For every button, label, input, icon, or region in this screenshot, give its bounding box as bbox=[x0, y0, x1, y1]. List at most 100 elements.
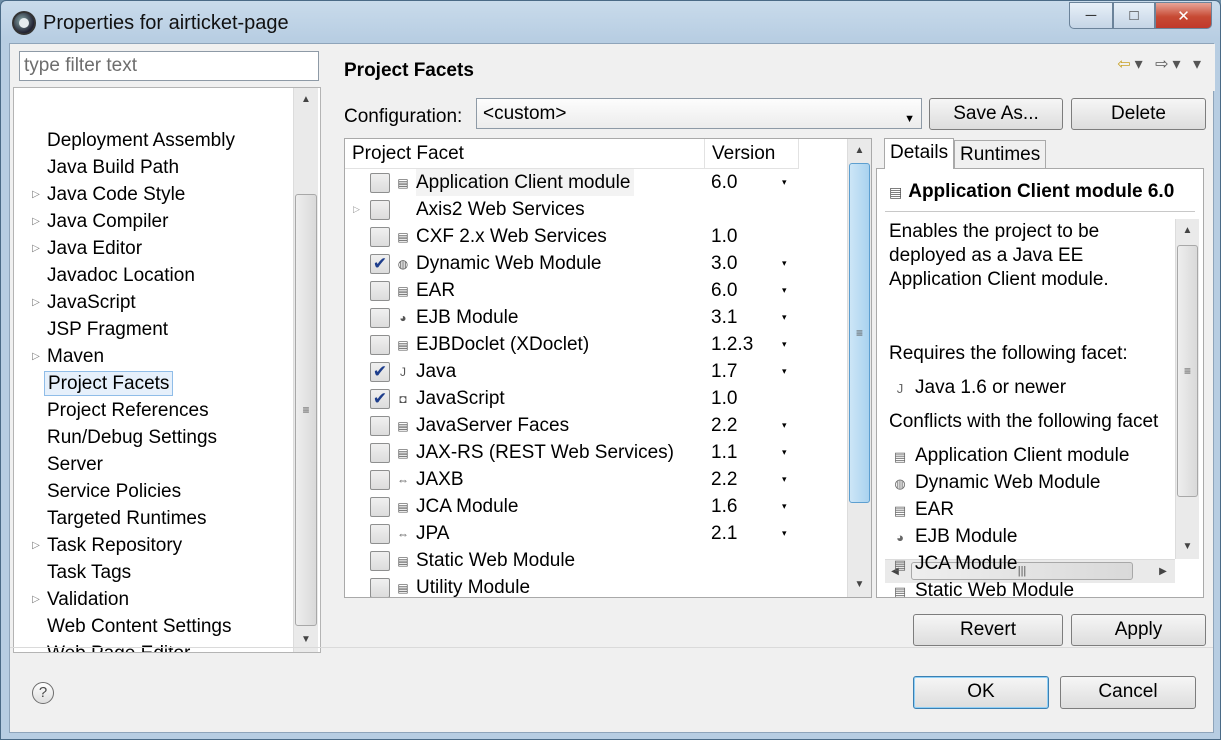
version-dropdown-icon[interactable]: ▾ bbox=[782, 520, 787, 547]
expand-arrow-icon[interactable]: ▷ bbox=[31, 209, 41, 234]
facet-version[interactable]: 2.2 bbox=[711, 412, 737, 439]
facet-version[interactable]: 6.0 bbox=[711, 277, 737, 304]
version-dropdown-icon[interactable]: ▾ bbox=[782, 250, 787, 277]
scroll-right-icon[interactable]: ▶ bbox=[1153, 562, 1173, 582]
facet-row[interactable]: ✔ J Java 1.7 ▾ bbox=[345, 358, 845, 385]
facet-row[interactable]: ▤ JavaServer Faces 2.2 ▾ bbox=[345, 412, 845, 439]
facet-checkbox[interactable] bbox=[370, 578, 390, 597]
scroll-down-icon[interactable]: ▼ bbox=[1176, 537, 1199, 557]
tab-details[interactable]: Details bbox=[884, 138, 955, 169]
tab-runtimes[interactable]: Runtimes bbox=[954, 140, 1047, 168]
version-dropdown-icon[interactable]: ▾ bbox=[782, 412, 787, 439]
facet-row[interactable]: ▤ JAX-RS (REST Web Services) 1.1 ▾ bbox=[345, 439, 845, 466]
facet-version[interactable]: 1.7 bbox=[711, 358, 737, 385]
version-dropdown-icon[interactable]: ▾ bbox=[782, 493, 787, 520]
expand-arrow-icon[interactable]: ▷ bbox=[31, 182, 41, 207]
facet-row[interactable]: ▤ JCA Module 1.6 ▾ bbox=[345, 493, 845, 520]
expand-arrow-icon[interactable]: ▷ bbox=[31, 290, 41, 315]
tree-scroll-thumb[interactable]: ≡ bbox=[295, 194, 317, 626]
facet-row[interactable]: ▤ Utility Module bbox=[345, 574, 845, 597]
facet-row[interactable]: ✔ ◍ Dynamic Web Module 3.0 ▾ bbox=[345, 250, 845, 277]
back-menu-icon[interactable]: ▾ bbox=[1135, 56, 1147, 73]
facet-version[interactable]: 3.0 bbox=[711, 250, 737, 277]
conflicts-item-text: Application Client module bbox=[915, 445, 1130, 466]
facet-version[interactable]: 3.1 bbox=[711, 304, 737, 331]
conflicts-item: ▤ JCA Module bbox=[891, 553, 1018, 575]
facet-row[interactable]: ▷ Axis2 Web Services bbox=[345, 196, 845, 223]
forward-menu-icon[interactable]: ▾ bbox=[1172, 56, 1184, 73]
ok-button[interactable]: OK bbox=[913, 676, 1049, 709]
apply-button[interactable]: Apply bbox=[1071, 614, 1206, 646]
configuration-select[interactable]: <custom> ▼ bbox=[476, 98, 922, 129]
facet-checkbox[interactable] bbox=[370, 443, 390, 463]
scroll-down-icon[interactable]: ▼ bbox=[848, 575, 871, 595]
facet-checkbox[interactable] bbox=[370, 173, 390, 193]
facet-version[interactable]: 1.6 bbox=[711, 493, 737, 520]
scroll-up-icon[interactable]: ▲ bbox=[848, 141, 871, 161]
requires-item: J Java 1.6 or newer bbox=[891, 377, 1066, 399]
facet-checkbox[interactable]: ✔ bbox=[370, 362, 390, 382]
delete-button[interactable]: Delete bbox=[1071, 98, 1206, 130]
facet-row[interactable]: ▤ EJBDoclet (XDoclet) 1.2.3 ▾ bbox=[345, 331, 845, 358]
scroll-up-icon[interactable]: ▲ bbox=[1176, 221, 1199, 241]
facet-checkbox[interactable] bbox=[370, 524, 390, 544]
facet-version[interactable]: 1.2.3 bbox=[711, 331, 753, 358]
facet-row[interactable]: ✔ ◘ JavaScript 1.0 bbox=[345, 385, 845, 412]
expand-arrow-icon[interactable]: ▷ bbox=[31, 587, 41, 612]
facet-row[interactable]: ▤ Static Web Module bbox=[345, 547, 845, 574]
facet-row[interactable]: ◕ EJB Module 3.1 ▾ bbox=[345, 304, 845, 331]
column-header-version[interactable]: Version bbox=[705, 139, 799, 169]
forward-arrow-icon[interactable]: ⇨ bbox=[1155, 56, 1172, 73]
version-dropdown-icon[interactable]: ▾ bbox=[782, 439, 787, 466]
facet-checkbox[interactable] bbox=[370, 497, 390, 517]
maximize-button[interactable]: □ bbox=[1113, 2, 1155, 29]
save-as-button[interactable]: Save As... bbox=[929, 98, 1063, 130]
facet-checkbox[interactable] bbox=[370, 551, 390, 571]
facet-version[interactable]: 2.1 bbox=[711, 520, 737, 547]
minimize-button[interactable]: ─ bbox=[1069, 2, 1113, 29]
facet-row[interactable]: ⇔ JPA 2.1 ▾ bbox=[345, 520, 845, 547]
version-dropdown-icon[interactable]: ▾ bbox=[782, 277, 787, 304]
title-bar[interactable]: Properties for airticket-page ─ □ ✕ bbox=[1, 1, 1220, 43]
expand-arrow-icon[interactable]: ▷ bbox=[353, 196, 360, 223]
facet-checkbox[interactable]: ✔ bbox=[370, 254, 390, 274]
cancel-button[interactable]: Cancel bbox=[1060, 676, 1196, 709]
facet-version[interactable]: 6.0 bbox=[711, 169, 737, 196]
scroll-up-icon[interactable]: ▲ bbox=[294, 90, 318, 110]
column-header-facet[interactable]: Project Facet bbox=[345, 139, 705, 169]
facet-checkbox[interactable] bbox=[370, 308, 390, 328]
facet-checkbox[interactable]: ✔ bbox=[370, 389, 390, 409]
version-dropdown-icon[interactable]: ▾ bbox=[782, 169, 787, 196]
details-vscrollbar[interactable]: ▲ ≡ ▼ bbox=[1175, 219, 1199, 559]
filter-input[interactable]: type filter text bbox=[19, 51, 319, 81]
facet-row[interactable]: ▤ Application Client module 6.0 ▾ bbox=[345, 169, 845, 196]
expand-arrow-icon[interactable]: ▷ bbox=[31, 533, 41, 558]
expand-arrow-icon[interactable]: ▷ bbox=[31, 236, 41, 261]
close-button[interactable]: ✕ bbox=[1155, 2, 1212, 29]
facet-version[interactable]: 2.2 bbox=[711, 466, 737, 493]
tree-scrollbar[interactable]: ▲ ≡ ▼ bbox=[293, 88, 318, 652]
version-dropdown-icon[interactable]: ▾ bbox=[782, 466, 787, 493]
details-vscroll-thumb[interactable]: ≡ bbox=[1177, 245, 1198, 497]
expand-arrow-icon[interactable]: ▷ bbox=[31, 344, 41, 369]
version-dropdown-icon[interactable]: ▾ bbox=[782, 358, 787, 385]
version-dropdown-icon[interactable]: ▾ bbox=[782, 331, 787, 358]
view-menu-icon[interactable]: ▾ bbox=[1193, 56, 1205, 73]
revert-button[interactable]: Revert bbox=[913, 614, 1063, 646]
facet-row[interactable]: ▤ CXF 2.x Web Services 1.0 bbox=[345, 223, 845, 250]
facet-checkbox[interactable] bbox=[370, 227, 390, 247]
maximize-icon: □ bbox=[1129, 7, 1139, 24]
facet-row[interactable]: ⇔ JAXB 2.2 ▾ bbox=[345, 466, 845, 493]
facets-scroll-thumb[interactable]: ≡ bbox=[849, 163, 870, 503]
help-icon[interactable]: ? bbox=[32, 682, 54, 704]
facet-version[interactable]: 1.1 bbox=[711, 439, 737, 466]
back-arrow-icon[interactable]: ⇦ bbox=[1117, 56, 1134, 73]
facet-checkbox[interactable] bbox=[370, 281, 390, 301]
facet-checkbox[interactable] bbox=[370, 416, 390, 436]
facet-row[interactable]: ▤ EAR 6.0 ▾ bbox=[345, 277, 845, 304]
facet-checkbox[interactable] bbox=[370, 470, 390, 490]
facets-scrollbar[interactable]: ▲ ≡ ▼ bbox=[847, 139, 871, 597]
facet-checkbox[interactable] bbox=[370, 200, 390, 220]
version-dropdown-icon[interactable]: ▾ bbox=[782, 304, 787, 331]
facet-checkbox[interactable] bbox=[370, 335, 390, 355]
